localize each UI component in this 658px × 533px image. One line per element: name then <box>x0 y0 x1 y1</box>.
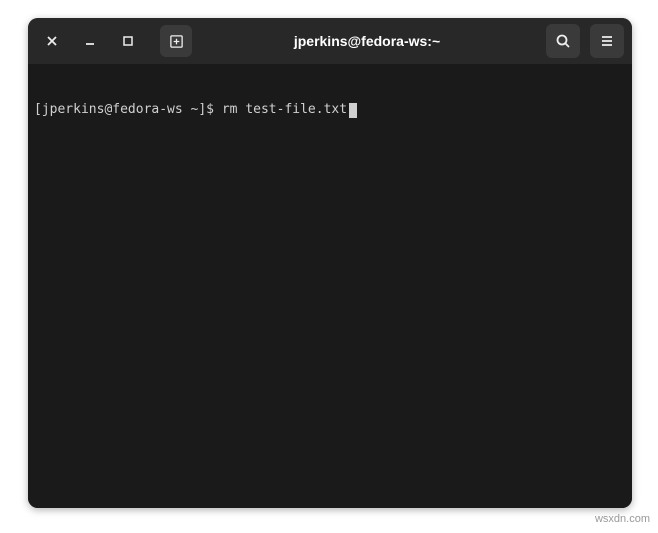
minimize-button[interactable] <box>74 25 106 57</box>
maximize-button[interactable] <box>112 25 144 57</box>
terminal-body[interactable]: [jperkins@fedora-ws ~]$ rm test-file.txt <box>28 64 632 508</box>
watermark: wsxdn.com <box>595 513 650 525</box>
close-button[interactable] <box>36 25 68 57</box>
cursor <box>349 103 357 118</box>
shell-command: rm test-file.txt <box>222 102 347 119</box>
new-tab-button[interactable] <box>160 25 192 57</box>
hamburger-icon <box>599 33 615 49</box>
close-icon <box>45 34 59 48</box>
new-tab-icon <box>169 34 184 49</box>
command-line: [jperkins@fedora-ws ~]$ rm test-file.txt <box>34 102 626 119</box>
search-icon <box>555 33 571 49</box>
maximize-icon <box>121 34 135 48</box>
menu-button[interactable] <box>590 24 624 58</box>
terminal-window: jperkins@fedora-ws:~ [jperkins@fedora-ws… <box>28 18 632 508</box>
titlebar: jperkins@fedora-ws:~ <box>28 18 632 64</box>
window-title: jperkins@fedora-ws:~ <box>198 33 536 49</box>
minimize-icon <box>83 34 97 48</box>
shell-prompt: [jperkins@fedora-ws ~]$ <box>34 102 222 119</box>
search-button[interactable] <box>546 24 580 58</box>
